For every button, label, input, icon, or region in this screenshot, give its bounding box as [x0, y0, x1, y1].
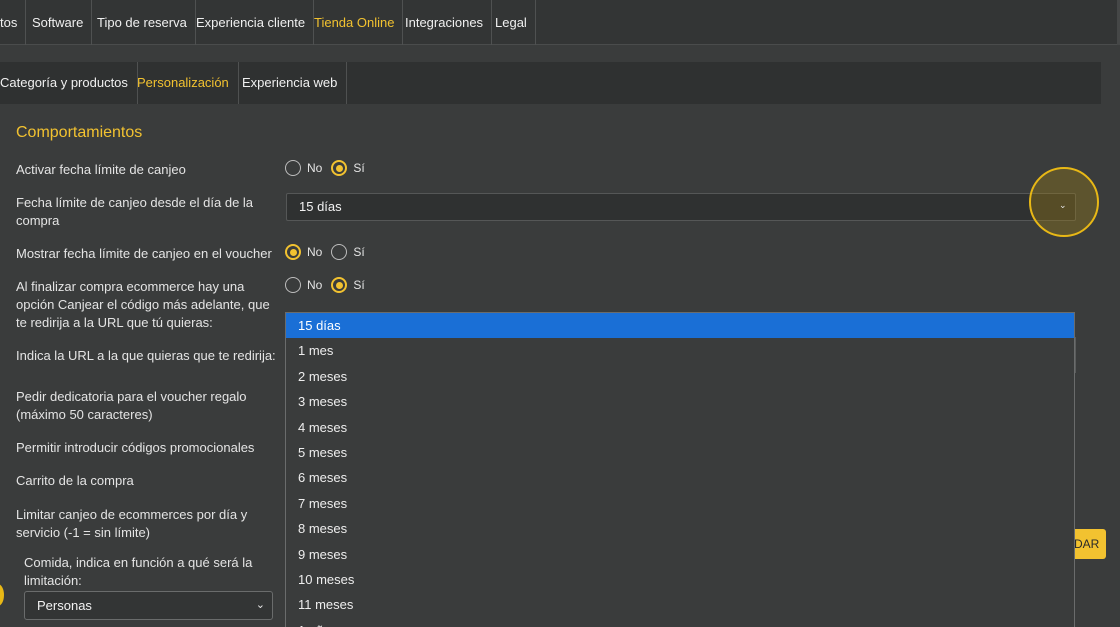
dropdown-option[interactable]: 9 meses — [286, 542, 1074, 567]
dropdown-option[interactable]: 6 meses — [286, 465, 1074, 490]
radio-activar-si[interactable] — [331, 160, 348, 176]
label-dedicatoria: Pedir dedicatoria para el voucher regalo… — [16, 389, 247, 422]
tab-tipo-de-reserva[interactable]: Tipo de reserva — [88, 0, 196, 45]
dropdown-option[interactable]: 8 meses — [286, 516, 1074, 541]
fecha-limite-dropdown-list: 15 días 1 mes 2 meses 3 meses 4 meses 5 … — [285, 312, 1075, 627]
tab-software[interactable]: Software — [23, 0, 93, 45]
radio-mostrar-no[interactable] — [285, 244, 301, 260]
comida-select-value: Personas — [37, 598, 92, 613]
tab-experiencia-web[interactable]: Experiencia web — [233, 62, 348, 104]
dropdown-option[interactable]: 4 meses — [286, 415, 1074, 440]
radio-label-si: Sí — [353, 245, 365, 259]
radio-label-no: No — [307, 245, 323, 259]
radio-label-no: No — [307, 161, 323, 175]
dropdown-option[interactable]: 5 meses — [286, 440, 1074, 465]
label-comida-limitacion: Comida, indica en función a qué será la … — [24, 555, 253, 588]
dropdown-option[interactable]: 1 año — [286, 618, 1074, 627]
radio-finalizar-no[interactable] — [285, 277, 301, 293]
label-fecha-limite: Fecha límite de canjeo desde el día de l… — [16, 195, 254, 228]
dropdown-option[interactable]: 7 meses — [286, 491, 1074, 516]
dropdown-option[interactable]: 10 meses — [286, 567, 1074, 592]
chevron-down-icon: ⌄ — [255, 599, 265, 611]
section-title: Comportamientos — [16, 124, 143, 141]
label-codigos-promocionales: Permitir introducir códigos promocionale… — [16, 440, 255, 455]
dropdown-option[interactable]: 2 meses — [286, 364, 1074, 389]
radio-label-no: No — [307, 278, 323, 292]
tab-tienda-online[interactable]: Tienda Online — [305, 0, 404, 45]
dropdown-option[interactable]: 15 días — [286, 313, 1074, 339]
tab-personalizacion[interactable]: Personalización — [128, 62, 239, 104]
radio-activar-no[interactable] — [285, 160, 301, 176]
radio-mostrar-si[interactable] — [331, 244, 348, 260]
comida-limitacion-select[interactable]: Personas ⌄ — [24, 591, 273, 620]
label-url-redirect: Indica la URL a la que quieras que te re… — [16, 348, 276, 363]
sub-nav: Categoría y productos Personalización Ex… — [0, 62, 1101, 104]
tab-categoria-productos[interactable]: Categoría y productos — [0, 62, 138, 104]
radio-group-finalizar: No Sí — [285, 276, 374, 294]
label-finalizar-compra: Al finalizar compra ecommerce hay una op… — [16, 279, 270, 330]
click-highlight — [0, 584, 4, 606]
radio-group-activar: No Sí — [285, 159, 374, 177]
top-nav: tos Software Tipo de reserva Experiencia… — [0, 0, 1120, 45]
radio-finalizar-si[interactable] — [331, 277, 348, 293]
radio-label-si: Sí — [353, 161, 365, 175]
chevron-down-icon[interactable]: ⌄ — [1059, 200, 1067, 211]
radio-group-mostrar: No Sí — [285, 243, 374, 261]
radio-label-si: Sí — [353, 278, 365, 292]
dropdown-option[interactable]: 1 mes — [286, 338, 1074, 363]
tab-integraciones[interactable]: Integraciones — [396, 0, 493, 45]
label-activar-fecha: Activar fecha límite de canjeo — [16, 162, 186, 177]
tab-legal[interactable]: Legal — [486, 0, 536, 45]
fecha-limite-select[interactable]: 15 días — [286, 193, 1076, 221]
label-carrito: Carrito de la compra — [16, 473, 134, 488]
label-mostrar-fecha: Mostrar fecha límite de canjeo en el vou… — [16, 246, 272, 261]
dropdown-option[interactable]: 3 meses — [286, 389, 1074, 414]
dropdown-option[interactable]: 11 meses — [286, 592, 1074, 617]
label-limitar-canjeo: Limitar canjeo de ecommerces por día y s… — [16, 507, 248, 540]
tab-experiencia-cliente[interactable]: Experiencia cliente — [187, 0, 315, 45]
